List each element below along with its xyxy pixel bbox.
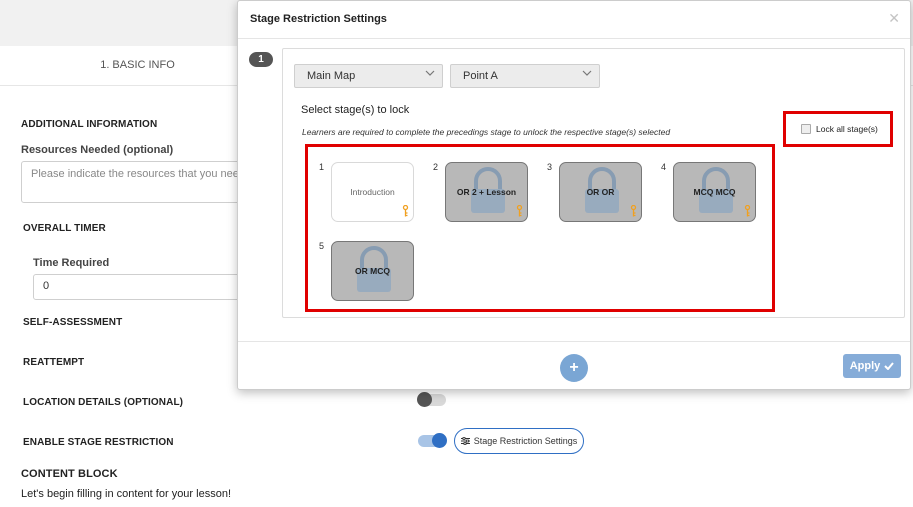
stage-item[interactable]: 1 Introduction xyxy=(319,162,414,222)
self-assessment-heading: SELF-ASSESSMENT xyxy=(23,317,123,328)
stage-index: 1 xyxy=(319,162,325,172)
point-select-value: Point A xyxy=(463,70,498,82)
enable-stage-restriction-heading: ENABLE STAGE RESTRICTION xyxy=(23,437,174,448)
lock-description: Learners are required to complete the pr… xyxy=(302,127,671,137)
resources-input[interactable]: Please indicate the resources that you n… xyxy=(21,161,261,203)
stage-index: 2 xyxy=(433,162,439,172)
overall-timer-heading: OVERALL TIMER xyxy=(23,223,106,234)
tab-basic-info[interactable]: 1. BASIC INFO xyxy=(0,46,275,86)
lock-all-control[interactable]: Lock all stage(s) xyxy=(801,124,878,134)
chevron-down-icon xyxy=(425,70,435,76)
lock-all-checkbox[interactable] xyxy=(801,124,811,134)
stages-highlight: 1 Introduction 2 OR 2 + Lesson 3 OR OR 4… xyxy=(305,144,775,312)
point-select[interactable]: Point A xyxy=(450,64,600,88)
time-required-input[interactable]: 0 xyxy=(33,274,263,300)
additional-information-heading: ADDITIONAL INFORMATION xyxy=(21,119,158,130)
map-select-value: Main Map xyxy=(307,70,356,82)
stage-restriction-settings-button[interactable]: Stage Restriction Settings xyxy=(454,428,584,454)
resources-label: Resources Needed (optional) xyxy=(21,144,174,156)
location-details-toggle[interactable] xyxy=(417,392,446,407)
lock-all-label: Lock all stage(s) xyxy=(816,124,878,134)
stage-index: 3 xyxy=(547,162,553,172)
modal-title: Stage Restriction Settings xyxy=(250,13,387,25)
stage-label: OR MCQ xyxy=(355,266,390,276)
modal-header: Stage Restriction Settings ✕ xyxy=(238,1,910,39)
chevron-down-icon xyxy=(582,70,592,76)
apply-button[interactable]: Apply xyxy=(843,354,901,378)
reattempt-heading: REATTEMPT xyxy=(23,357,85,368)
lock-heading: Select stage(s) to lock xyxy=(301,104,410,116)
toggle-knob xyxy=(432,433,447,448)
stage-index: 4 xyxy=(661,162,667,172)
stage-label: OR OR xyxy=(586,187,615,197)
map-select[interactable]: Main Map xyxy=(294,64,443,88)
stage-label: OR 2 + Lesson xyxy=(456,187,517,197)
key-icon xyxy=(402,205,409,217)
stage-label: Introduction xyxy=(350,187,395,197)
location-details-heading: LOCATION DETAILS (OPTIONAL) xyxy=(23,397,184,408)
apply-label: Apply xyxy=(849,360,881,372)
content-block-heading: CONTENT BLOCK xyxy=(21,468,118,480)
stage-card[interactable]: Introduction xyxy=(331,162,414,222)
stage-card[interactable]: OR 2 + Lesson xyxy=(445,162,528,222)
lock-all-highlight: Lock all stage(s) xyxy=(783,111,893,147)
key-icon xyxy=(744,205,751,217)
stage-card[interactable]: MCQ MCQ xyxy=(673,162,756,222)
time-required-label: Time Required xyxy=(33,257,110,269)
stage-number-badge: 1 xyxy=(249,52,273,67)
add-button[interactable]: + xyxy=(560,354,588,382)
stage-item[interactable]: 4 MCQ MCQ xyxy=(661,162,756,222)
stage-index: 5 xyxy=(319,241,325,251)
stage-item[interactable]: 5 OR MCQ xyxy=(319,241,414,301)
close-icon[interactable]: ✕ xyxy=(888,10,900,27)
stage-item[interactable]: 3 OR OR xyxy=(547,162,642,222)
sliders-icon xyxy=(460,437,470,445)
stage-restriction-settings-label: Stage Restriction Settings xyxy=(473,436,578,446)
toggle-knob xyxy=(417,392,432,407)
stage-item[interactable]: 2 OR 2 + Lesson xyxy=(433,162,528,222)
stage-card[interactable]: OR MCQ xyxy=(331,241,414,301)
key-icon xyxy=(516,205,523,217)
content-block-text: Let's begin filling in content for your … xyxy=(21,488,231,500)
check-icon xyxy=(884,362,895,370)
stage-label: MCQ MCQ xyxy=(693,187,736,197)
stage-restriction-modal: Stage Restriction Settings ✕ 1 Main Map … xyxy=(237,0,911,390)
modal-footer: + Apply xyxy=(238,341,910,391)
stage-card[interactable]: OR OR xyxy=(559,162,642,222)
stage-restriction-toggle[interactable] xyxy=(418,433,447,448)
restriction-panel: Main Map Point A Select stage(s) to lock… xyxy=(282,48,905,318)
key-icon xyxy=(630,205,637,217)
